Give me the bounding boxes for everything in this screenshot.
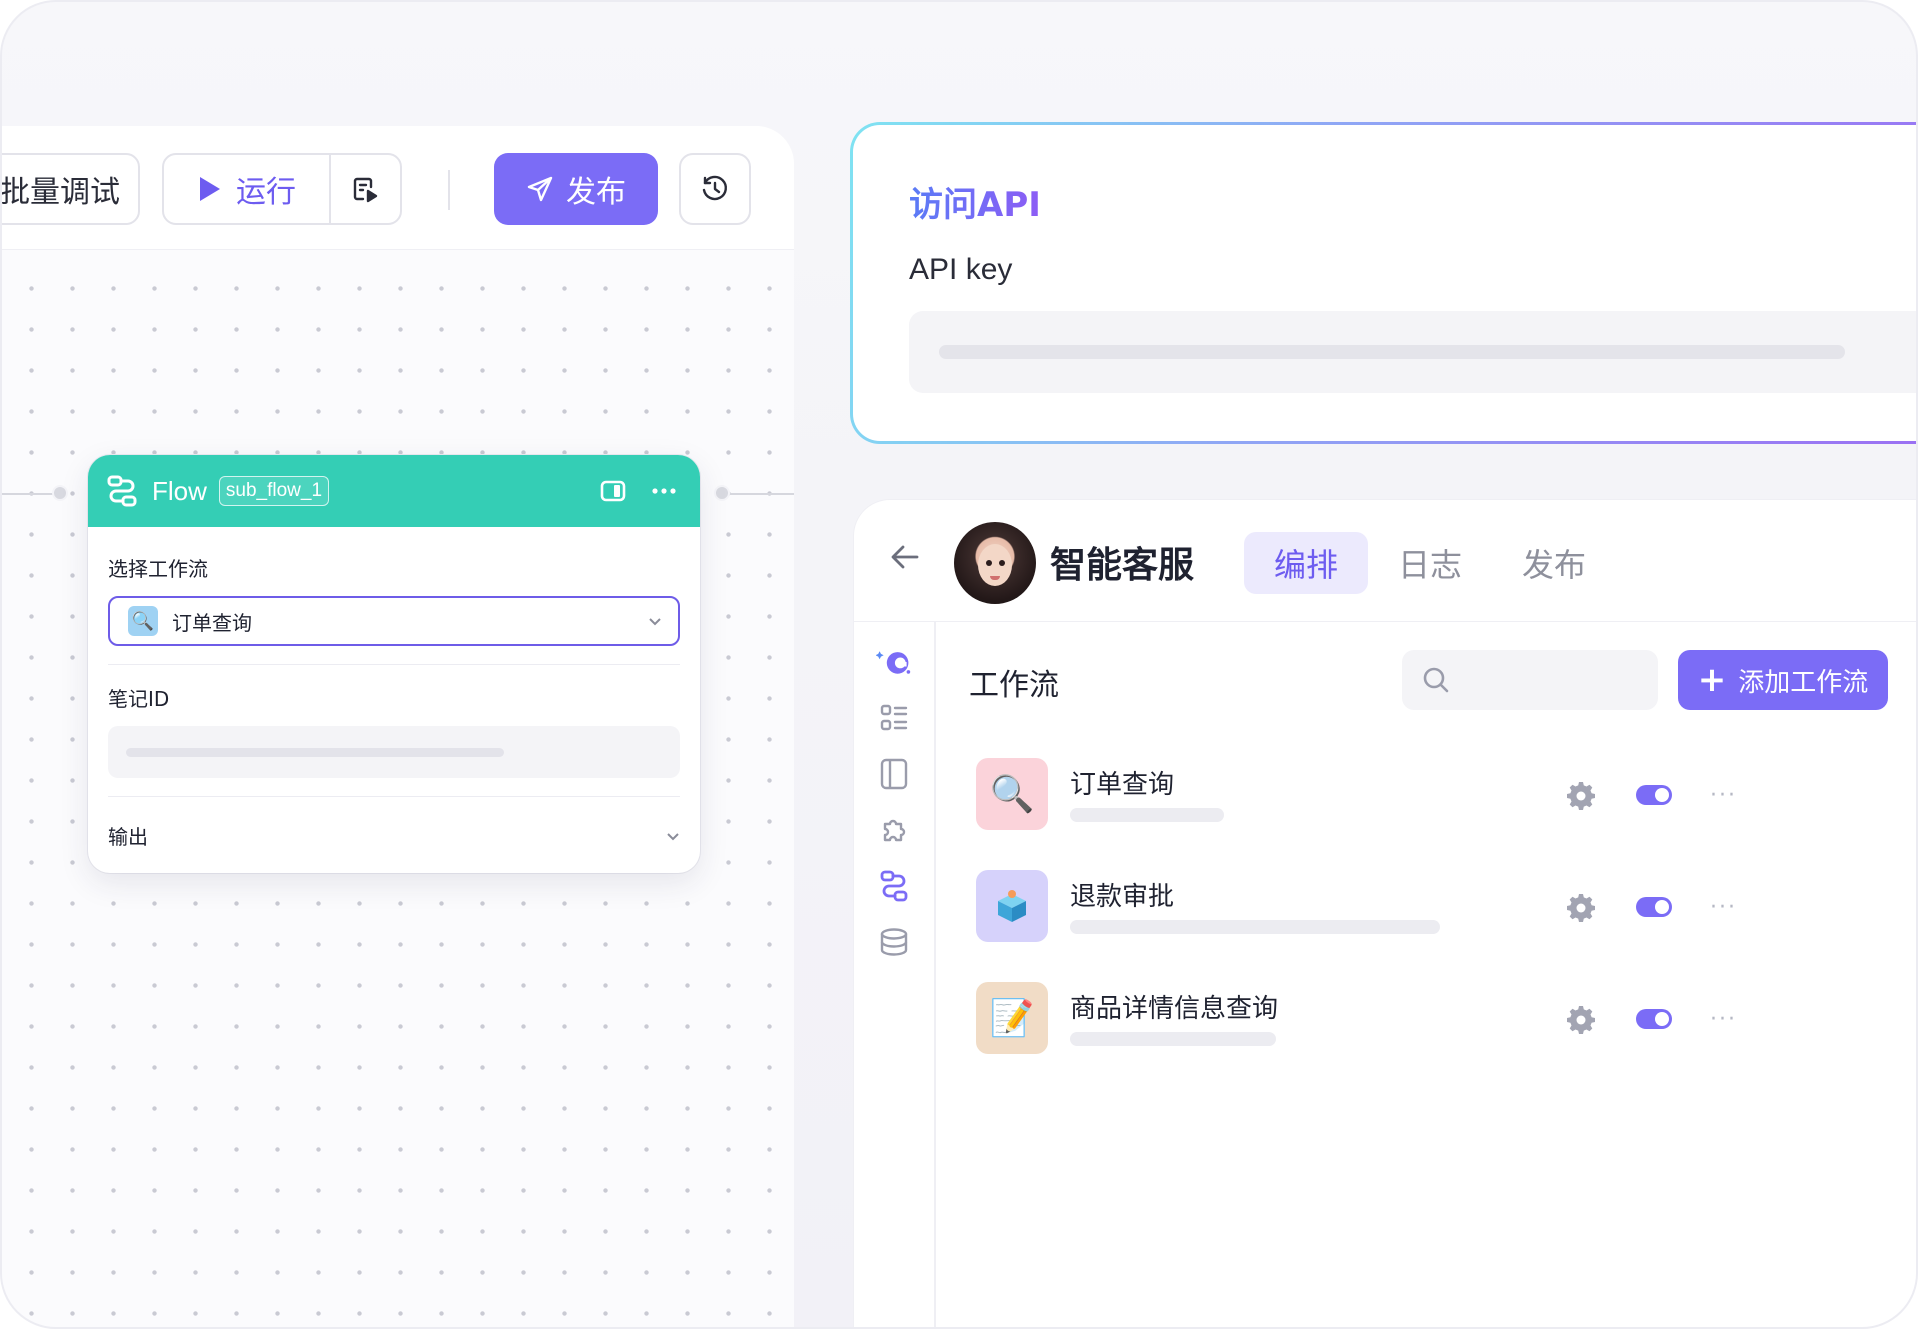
placeholder-bar	[1070, 808, 1224, 822]
plugin-icon[interactable]	[876, 812, 912, 848]
run-label: 运行	[236, 175, 296, 210]
output-port[interactable]	[714, 485, 730, 501]
run-button-group: 运行	[162, 153, 402, 225]
select-workflow-label: 选择工作流	[108, 557, 208, 581]
output-label: 输出	[108, 825, 148, 849]
input-port[interactable]	[52, 485, 68, 501]
more-icon[interactable]: ···	[1710, 1007, 1737, 1032]
back-arrow-icon[interactable]	[890, 544, 920, 570]
tab-logs[interactable]: 日志	[1368, 532, 1492, 594]
agent-name: 智能客服	[1050, 545, 1195, 586]
play-icon	[200, 177, 220, 201]
tab-orchestrate[interactable]: 编排	[1244, 532, 1369, 594]
memo-icon: 📝	[976, 982, 1048, 1054]
output-section[interactable]: 输出	[108, 821, 680, 850]
flow-node-title: Flow	[152, 475, 207, 506]
flow-node-header: Flow sub_flow_1	[88, 455, 700, 527]
workflow-name: 订单查询	[1070, 770, 1175, 800]
chevron-down-icon	[649, 618, 661, 626]
workflow-select[interactable]: 🔍 订单查询	[108, 596, 680, 646]
workflow-toggle[interactable]	[1636, 785, 1672, 805]
magnifier-icon: 🔍	[128, 606, 158, 636]
note-id-input[interactable]	[108, 726, 680, 778]
agent-editor-panel: 智能客服 编排 日志 发布 工作流 + 添加工作流 🔍 订单查询 ··· 退款审…	[854, 500, 1916, 1327]
send-icon	[527, 176, 553, 202]
workflow-toggle[interactable]	[1636, 897, 1672, 917]
connector-line-right	[728, 493, 794, 495]
api-key-label: API key	[909, 253, 1013, 286]
run-button[interactable]: 运行	[164, 155, 331, 223]
divider	[108, 664, 680, 665]
placeholder-bar	[126, 748, 504, 757]
list-item[interactable]: 🔍 订单查询 ···	[976, 758, 1916, 834]
workflow-name: 退款审批	[1070, 882, 1175, 912]
note-id-label: 笔记ID	[108, 687, 170, 711]
add-workflow-button[interactable]: + 添加工作流	[1678, 650, 1888, 710]
batch-debug-button[interactable]: 批量调试	[0, 153, 140, 225]
placeholder-bar	[939, 345, 1845, 359]
flow-node-card[interactable]: Flow sub_flow_1 选择工作流 🔍 订单查询 笔记ID 输出	[88, 455, 700, 873]
run-log-button[interactable]	[331, 155, 400, 223]
box-icon	[976, 870, 1048, 942]
agent-header: 智能客服 编排 日志 发布	[854, 500, 1916, 622]
connector-line-left	[2, 493, 54, 495]
workflow-name: 商品详情信息查询	[1070, 994, 1279, 1024]
workflow-search-input[interactable]	[1402, 650, 1658, 710]
document-play-icon	[354, 177, 378, 203]
publish-button[interactable]: 发布	[494, 153, 658, 225]
flow-node-body: 选择工作流 🔍 订单查询 笔记ID 输出	[88, 553, 700, 850]
toolbar-divider	[448, 170, 450, 210]
api-key-field[interactable]	[909, 311, 1916, 393]
magnifier-icon: 🔍	[976, 758, 1048, 830]
workflow-toggle[interactable]	[1636, 1009, 1672, 1029]
placeholder-bar	[1070, 920, 1440, 934]
avatar	[954, 522, 1036, 604]
gear-icon[interactable]	[1566, 1004, 1596, 1034]
more-icon[interactable]: ···	[1710, 895, 1737, 920]
more-icon[interactable]	[652, 488, 676, 494]
chevron-down-icon	[667, 832, 679, 840]
list-item[interactable]: 📝 商品详情信息查询 ···	[976, 982, 1916, 1058]
batch-debug-label: 批量调试	[0, 175, 120, 210]
search-icon	[1423, 667, 1449, 693]
history-icon	[702, 175, 728, 201]
history-button[interactable]	[679, 153, 751, 225]
ai-assistant-icon[interactable]	[876, 644, 912, 680]
tab-publish[interactable]: 发布	[1492, 532, 1616, 594]
publish-label: 发布	[566, 175, 626, 210]
api-card-title: 访问API	[909, 177, 1041, 226]
divider	[108, 796, 680, 797]
workflow-select-value: 订单查询	[172, 610, 252, 635]
agent-tabs: 编排 日志 发布	[1244, 532, 1616, 594]
add-workflow-label: 添加工作流	[1738, 667, 1869, 698]
gear-icon[interactable]	[1566, 892, 1596, 922]
flow-node-tag: sub_flow_1	[218, 476, 330, 506]
list-icon[interactable]	[876, 700, 912, 736]
database-icon[interactable]	[876, 924, 912, 960]
flow-icon	[107, 475, 137, 507]
gear-icon[interactable]	[1566, 780, 1596, 810]
layout-icon[interactable]	[876, 756, 912, 792]
side-rail	[854, 622, 936, 1327]
canvas-toolbar: 批量调试 运行 发布	[0, 126, 794, 250]
app-frame: 批量调试 运行 发布 Flow sub_flow_1 选择工作流 🔍 订单查询 …	[0, 0, 1918, 1329]
api-access-card: 访问API API key	[850, 122, 1916, 444]
workflow-icon[interactable]	[876, 868, 912, 904]
panel-toggle-icon[interactable]	[600, 480, 626, 502]
more-icon[interactable]: ···	[1710, 783, 1737, 808]
placeholder-bar	[1070, 1032, 1276, 1046]
workflow-section-title: 工作流	[969, 668, 1059, 703]
list-item[interactable]: 退款审批 ···	[976, 870, 1916, 946]
plus-icon: +	[1697, 660, 1727, 700]
